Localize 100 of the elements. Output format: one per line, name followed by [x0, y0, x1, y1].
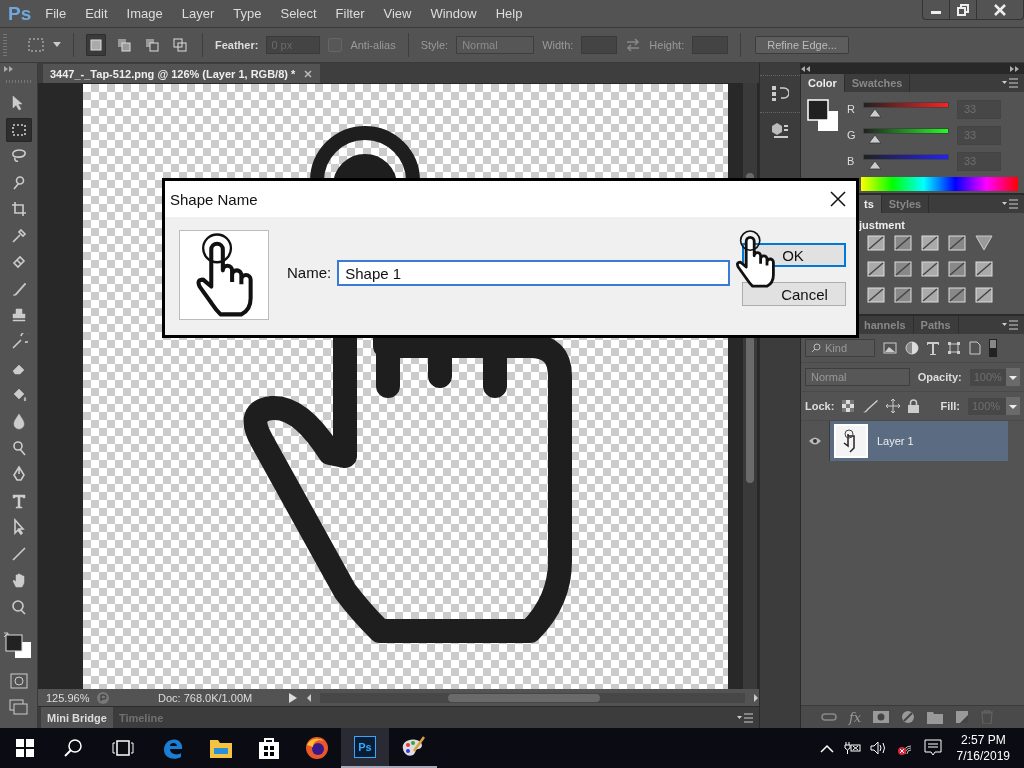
cancel-button[interactable]: Cancel: [742, 282, 847, 306]
transform-icon[interactable]: [947, 341, 961, 355]
new-layer-icon[interactable]: [955, 710, 970, 724]
opacity-label: Opacity:: [917, 371, 962, 383]
notification-icon[interactable]: [923, 739, 942, 757]
lock-icon[interactable]: [908, 399, 920, 413]
panel-tab[interactable]: Swatches: [844, 74, 911, 92]
checker-icon[interactable]: [842, 400, 855, 412]
dropdown-icon[interactable]: [1006, 368, 1020, 386]
type-filter-icon[interactable]: [927, 341, 939, 355]
firefox-icon: [305, 736, 329, 760]
expand-icon[interactable]: [4, 66, 14, 72]
menu-item[interactable]: Filter: [335, 6, 365, 21]
link-icon[interactable]: [821, 712, 837, 722]
width-label: Width:: [542, 39, 574, 51]
panel-menu-icon[interactable]: [1002, 78, 1018, 88]
move-icon[interactable]: [886, 399, 901, 413]
zoom-icon: [9, 597, 28, 616]
folder-icon: [209, 737, 233, 759]
quick-mask-icon[interactable]: [9, 673, 28, 689]
crop-icon: [9, 200, 28, 218]
selection-mode-icon: [173, 38, 187, 52]
panel-menu-icon[interactable]: [737, 712, 753, 723]
layer-row[interactable]: Layer 1: [801, 421, 1008, 461]
folder-icon[interactable]: [927, 710, 944, 724]
store-icon: [258, 736, 280, 760]
close-icon: [994, 3, 1006, 16]
palette-icon: [400, 735, 426, 759]
brush-icon[interactable]: [862, 399, 879, 413]
menu-item[interactable]: Type: [233, 6, 262, 21]
selection-mode-icon: [89, 38, 103, 52]
menu-item[interactable]: Layer: [181, 6, 215, 21]
selection-mode-icon: [145, 38, 159, 52]
cube-icon[interactable]: [771, 121, 789, 139]
image-filter-icon[interactable]: [883, 342, 897, 354]
taskbar-app[interactable]: Ps: [341, 728, 389, 768]
expand-icon[interactable]: [1010, 65, 1020, 72]
menu-item[interactable]: Image: [126, 6, 163, 21]
close-icon[interactable]: [830, 191, 846, 207]
panel-tab[interactable]: Styles: [881, 195, 930, 213]
mask-icon[interactable]: [873, 711, 890, 723]
zoom-level[interactable]: 125.96%: [46, 691, 88, 704]
width-field[interactable]: [581, 36, 618, 54]
document-icon[interactable]: [969, 341, 981, 355]
half-circle-icon[interactable]: [901, 710, 916, 724]
dropdown-icon[interactable]: [1006, 397, 1020, 415]
menu-item[interactable]: Help: [495, 6, 523, 21]
anti-alias-label: Anti-alias: [350, 39, 396, 51]
caret-icon[interactable]: [53, 42, 61, 48]
menu-item[interactable]: Edit: [85, 6, 108, 21]
toggle-icon[interactable]: [989, 339, 997, 357]
name-label: Name:: [287, 264, 332, 281]
type-tool-icon: [9, 491, 28, 510]
eye-icon[interactable]: [808, 436, 822, 446]
chevron-up-icon[interactable]: [819, 743, 834, 753]
foreground-background-swatch[interactable]: [807, 99, 839, 133]
photoshop-icon: Ps: [354, 736, 376, 758]
play-icon[interactable]: [288, 691, 298, 704]
history-icon[interactable]: [771, 84, 789, 102]
search-icon: [811, 343, 821, 353]
scroll-left-icon[interactable]: [306, 693, 312, 702]
minimize-icon: [931, 11, 941, 14]
menu-item[interactable]: Select: [280, 6, 317, 21]
panel-tab[interactable]: Color: [801, 74, 845, 92]
lasso-icon: [9, 147, 28, 165]
power-plug-icon[interactable]: [842, 741, 861, 755]
document-size: Doc: 768.0K/1.00M: [158, 691, 254, 704]
search-icon[interactable]: [64, 739, 82, 757]
panel-menu-icon[interactable]: [1002, 199, 1018, 209]
clock[interactable]: 2:57 PM 7/16/2019: [956, 732, 1010, 764]
menu-item[interactable]: Window: [430, 6, 477, 21]
name-field[interactable]: Shape 1: [337, 260, 731, 286]
speaker-icon[interactable]: [869, 741, 888, 755]
menu-item[interactable]: File: [45, 6, 67, 21]
style-label: Style:: [420, 39, 449, 51]
menu-item[interactable]: View: [383, 6, 412, 21]
fill-label: Fill:: [940, 400, 960, 412]
hand-cursor-icon: [735, 227, 775, 291]
vibrance-icon[interactable]: [975, 235, 993, 251]
app-logo[interactable]: Ps: [8, 2, 32, 25]
panel-tab[interactable]: Mini Bridge: [41, 707, 113, 728]
panel-tab[interactable]: Paths: [913, 316, 959, 334]
screen-mode-icon[interactable]: [8, 699, 29, 715]
tool-button[interactable]: [5, 117, 32, 142]
panel-tab[interactable]: ts: [857, 195, 882, 213]
height-field[interactable]: [692, 36, 729, 54]
selection-mode-button[interactable]: [86, 34, 106, 56]
panel-menu-icon[interactable]: [1002, 320, 1018, 330]
panel-heading: justment: [859, 219, 906, 231]
color-spectrum[interactable]: [861, 177, 1018, 191]
collapse-icon[interactable]: [801, 65, 811, 72]
half-circle-icon[interactable]: [905, 341, 919, 355]
refine-edge-button[interactable]: Refine Edge...: [755, 36, 849, 54]
effects-button[interactable]: fx: [849, 709, 862, 725]
channel-label: B: [847, 155, 855, 167]
document-tab[interactable]: 3447_-_Tap-512.png @ 126% (Layer 1, RGB/8) *: [43, 64, 321, 83]
windows-start-icon[interactable]: [16, 739, 34, 757]
task-view-icon[interactable]: [112, 740, 134, 756]
feather-label: Feather:: [215, 39, 259, 51]
horizontal-scrollbar[interactable]: [320, 692, 745, 703]
